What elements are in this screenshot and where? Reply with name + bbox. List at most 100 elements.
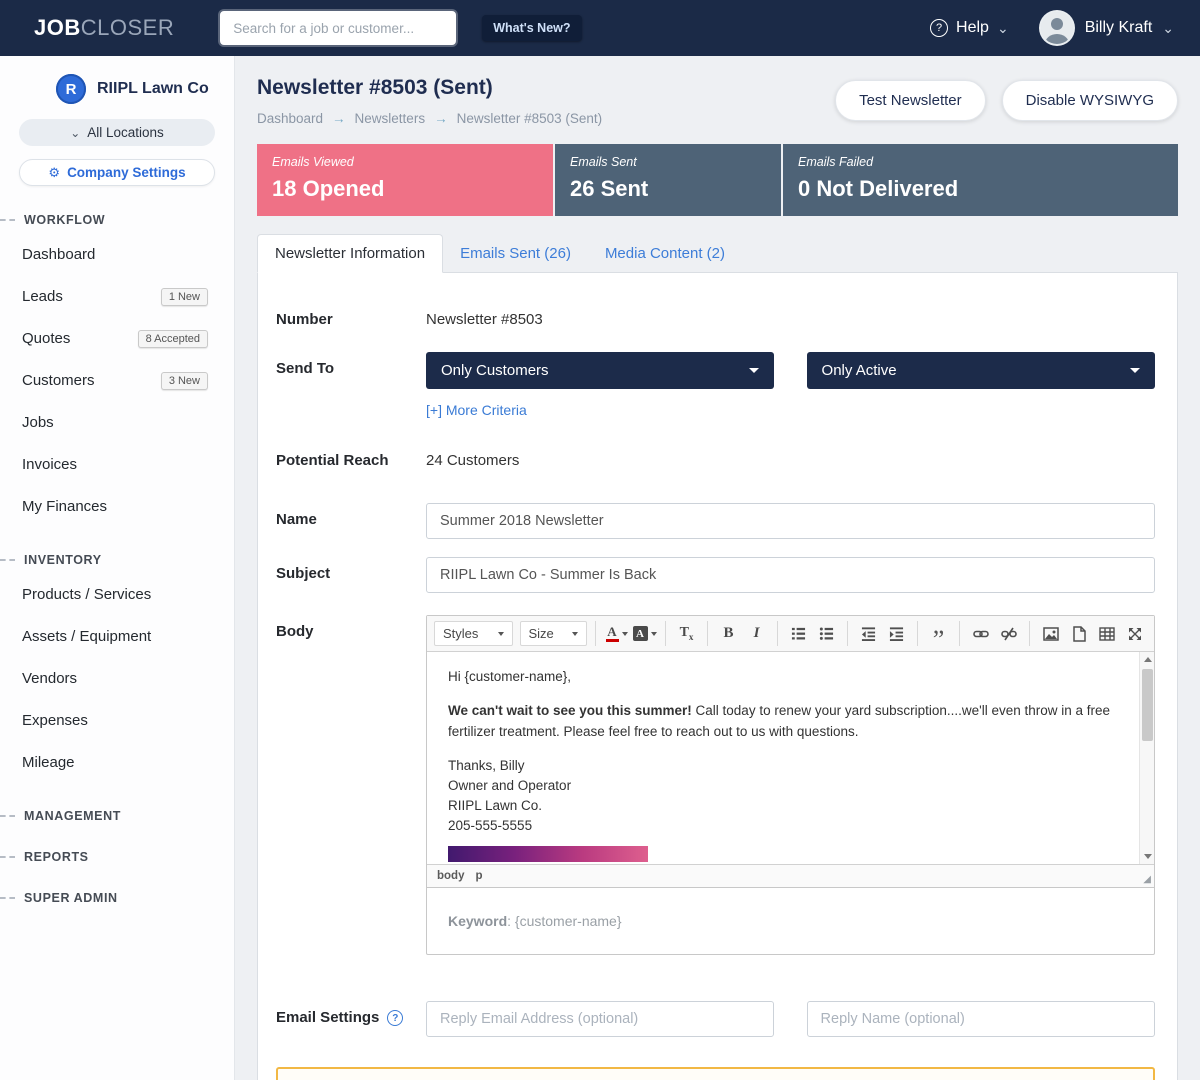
- sidebar-item-products-services[interactable]: Products / Services: [0, 575, 234, 614]
- send-to-select[interactable]: Only Customers: [426, 352, 774, 389]
- customers-badge: 3 New: [161, 372, 208, 390]
- sidebar-item-vendors[interactable]: Vendors: [0, 659, 234, 698]
- link-button[interactable]: [968, 621, 993, 646]
- body-row: Body Styles Size: [276, 615, 1155, 955]
- disable-wysiwyg-button[interactable]: Disable WYSIWYG: [1002, 80, 1178, 121]
- help-tooltip-icon[interactable]: ?: [387, 1010, 403, 1026]
- email-settings-label: Email Settings: [276, 1001, 379, 1026]
- numbered-list-button[interactable]: [786, 621, 811, 646]
- editor-scrollbar[interactable]: [1139, 652, 1154, 864]
- unlink-button[interactable]: [996, 621, 1021, 646]
- nav-item-label: Dashboard: [22, 246, 95, 263]
- caret-down-icon: [498, 632, 504, 636]
- number-row: Number Newsletter #8503: [276, 303, 1155, 328]
- number-value: Newsletter #8503: [426, 303, 1155, 328]
- element-path-p[interactable]: p: [475, 870, 482, 882]
- text-color-button[interactable]: A: [604, 621, 629, 646]
- arrow-right-icon: →: [332, 111, 346, 126]
- bulleted-list-button[interactable]: [814, 621, 839, 646]
- toolbar-separator: [665, 621, 666, 646]
- company-settings-button[interactable]: ⚙ Company Settings: [19, 159, 215, 186]
- sidebar-item-quotes[interactable]: Quotes8 Accepted: [0, 319, 234, 358]
- caret-down-icon: [572, 632, 578, 636]
- italic-button[interactable]: I: [744, 621, 769, 646]
- app-logo[interactable]: JOBCLOSER: [34, 15, 174, 41]
- section-super-admin[interactable]: SUPER ADMIN: [0, 891, 234, 905]
- toolbar-separator: [847, 621, 848, 646]
- editor-signature-line: 205-555-5555: [448, 816, 1120, 836]
- nav-item-label: Products / Services: [22, 586, 151, 603]
- stat-value: 18 Opened: [272, 176, 538, 202]
- section-management[interactable]: MANAGEMENT: [0, 809, 234, 823]
- sidebar-item-mileage[interactable]: Mileage: [0, 743, 234, 782]
- section-reports[interactable]: REPORTS: [0, 850, 234, 864]
- background-color-button[interactable]: A: [632, 621, 657, 646]
- reply-name-input[interactable]: [807, 1001, 1155, 1037]
- user-menu[interactable]: Billy Kraft ⌄: [1039, 10, 1174, 46]
- company-header[interactable]: R RIIPL Lawn Co: [0, 74, 234, 104]
- tab-media-content[interactable]: Media Content (2): [588, 235, 742, 272]
- tab-emails-sent[interactable]: Emails Sent (26): [443, 235, 588, 272]
- name-input[interactable]: [426, 503, 1155, 539]
- name-row: Name: [276, 503, 1155, 539]
- breadcrumb-newsletters[interactable]: Newsletters: [355, 111, 426, 126]
- remove-format-button[interactable]: Tx: [674, 621, 699, 646]
- sidebar-item-assets-equipment[interactable]: Assets / Equipment: [0, 617, 234, 656]
- image-button[interactable]: [1038, 621, 1063, 646]
- nav-item-label: Customers: [22, 372, 95, 389]
- styles-dropdown[interactable]: Styles: [434, 621, 513, 646]
- maximize-button[interactable]: [1122, 621, 1147, 646]
- whats-new-button[interactable]: What's New?: [482, 15, 581, 41]
- editor-content[interactable]: Hi {customer-name}, We can't wait to see…: [427, 652, 1154, 864]
- resize-grip-icon[interactable]: ◢: [1143, 875, 1151, 885]
- sidebar-item-leads[interactable]: Leads1 New: [0, 277, 234, 316]
- stat-label: Emails Failed: [798, 155, 1163, 169]
- element-path-body[interactable]: body: [437, 870, 464, 882]
- toolbar-separator: [595, 621, 596, 646]
- email-settings-label-wrap: Email Settings ?: [276, 1001, 426, 1037]
- send-confirmation-notice: Ready to send your newsletter? Please ch…: [276, 1067, 1155, 1080]
- text-color-icon: A: [606, 625, 619, 642]
- keyword-value: : {customer-name}: [507, 913, 621, 929]
- iframe-icon: [1071, 626, 1087, 642]
- table-button[interactable]: [1094, 621, 1119, 646]
- bold-button[interactable]: B: [716, 621, 741, 646]
- test-newsletter-button[interactable]: Test Newsletter: [835, 80, 986, 121]
- reply-email-input[interactable]: [426, 1001, 774, 1037]
- sidebar-item-expenses[interactable]: Expenses: [0, 701, 234, 740]
- potential-reach-label: Potential Reach: [276, 444, 426, 469]
- iframe-button[interactable]: [1066, 621, 1091, 646]
- stat-value: 0 Not Delivered: [798, 176, 1163, 202]
- potential-reach-value: 24 Customers: [426, 444, 1155, 469]
- chevron-down-icon: ⌄: [70, 126, 80, 140]
- background-color-icon: A: [633, 626, 648, 641]
- header-buttons: Test Newsletter Disable WYSIWYG: [835, 76, 1178, 121]
- more-criteria-link[interactable]: [+] More Criteria: [426, 402, 527, 418]
- breadcrumb: Dashboard → Newsletters → Newsletter #85…: [257, 111, 602, 126]
- blockquote-button[interactable]: ”: [926, 621, 951, 646]
- toolbar-separator: [777, 621, 778, 646]
- breadcrumb-dashboard[interactable]: Dashboard: [257, 111, 323, 126]
- sidebar-item-my-finances[interactable]: My Finances: [0, 487, 234, 526]
- subject-input[interactable]: [426, 557, 1155, 593]
- sidebar-item-invoices[interactable]: Invoices: [0, 445, 234, 484]
- search-input[interactable]: [220, 11, 456, 45]
- avatar: [1039, 10, 1075, 46]
- gear-icon: ⚙: [48, 165, 60, 181]
- italic-icon: I: [754, 625, 760, 642]
- sidebar-item-customers[interactable]: Customers 3 New: [0, 361, 234, 400]
- scrollbar-thumb[interactable]: [1142, 669, 1153, 741]
- status-filter-select[interactable]: Only Active: [807, 352, 1155, 389]
- indent-button[interactable]: [884, 621, 909, 646]
- sidebar-item-dashboard[interactable]: Dashboard: [0, 235, 234, 274]
- sidebar-item-jobs[interactable]: Jobs: [0, 403, 234, 442]
- scroll-down-arrow[interactable]: [1140, 849, 1154, 864]
- size-dropdown[interactable]: Size: [520, 621, 588, 646]
- tab-bar: Newsletter Information Emails Sent (26) …: [257, 234, 1178, 272]
- scroll-up-arrow[interactable]: [1140, 652, 1154, 667]
- embedded-image: [448, 846, 648, 862]
- outdent-button[interactable]: [856, 621, 881, 646]
- help-menu[interactable]: ? Help ⌄: [930, 19, 1009, 37]
- all-locations-dropdown[interactable]: ⌄ All Locations: [19, 119, 215, 146]
- tab-newsletter-information[interactable]: Newsletter Information: [257, 234, 443, 273]
